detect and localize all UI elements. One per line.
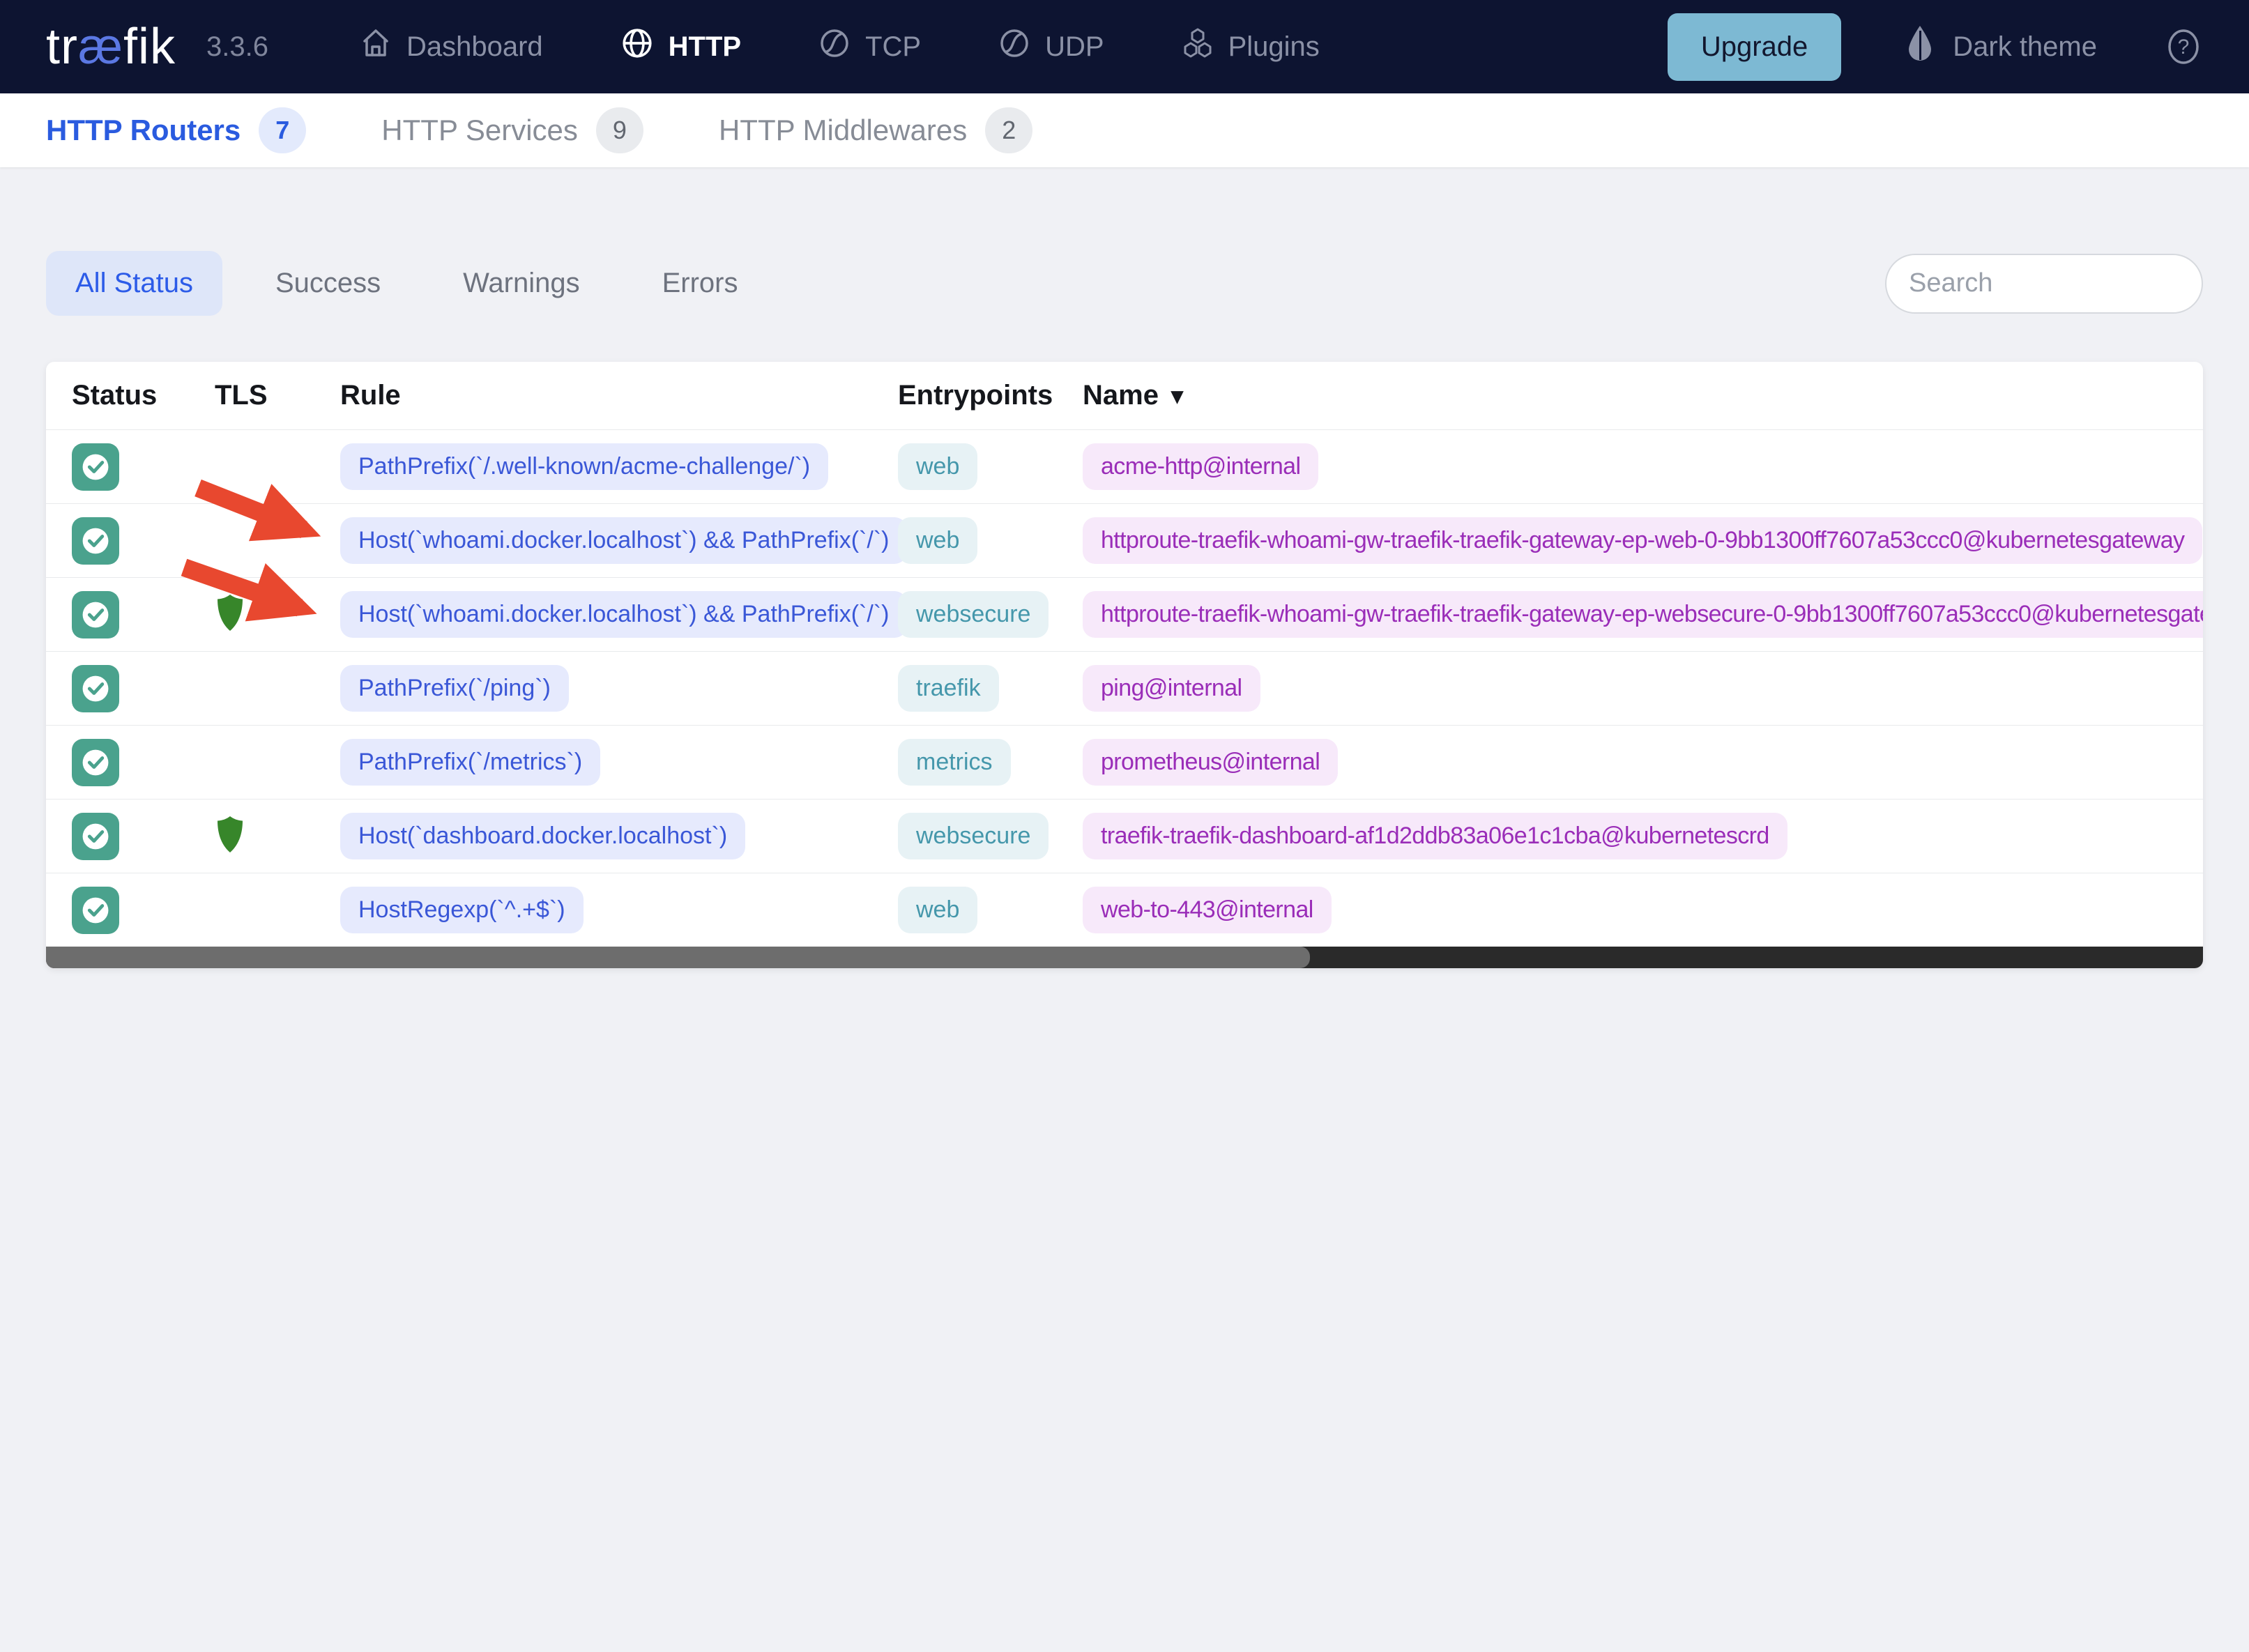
count-badge: 2	[985, 107, 1033, 153]
rule-pill: PathPrefix(`/.well-known/acme-challenge/…	[340, 443, 829, 490]
cubes-icon	[1181, 26, 1214, 67]
horizontal-scrollbar-thumb[interactable]	[46, 947, 1311, 968]
rule-pill: PathPrefix(`/ping`)	[340, 665, 569, 712]
tab-label: HTTP Routers	[46, 114, 241, 146]
tls-shield-icon	[215, 593, 245, 636]
status-success-icon	[72, 738, 119, 786]
traefik-logo[interactable]: træfik	[46, 18, 176, 75]
entrypoint-pill: web	[898, 887, 978, 933]
status-success-icon	[72, 443, 119, 491]
rule-pill: PathPrefix(`/metrics`)	[340, 739, 601, 786]
col-header-rule: Rule	[340, 380, 401, 411]
logo-ae: æ	[77, 19, 124, 75]
col-header-label: Name	[1083, 380, 1159, 411]
status-filter-tabs: All Status Success Warnings Errors	[46, 251, 768, 316]
table-row[interactable]: PathPrefix(`/ping`) traefik ping@interna…	[46, 651, 2203, 725]
tls-shield-icon	[215, 815, 245, 857]
upgrade-button[interactable]: Upgrade	[1667, 13, 1842, 81]
entrypoint-pill: websecure	[898, 591, 1049, 638]
rule-pill: HostRegexp(`^.+$`)	[340, 887, 584, 933]
status-success-icon	[72, 812, 119, 860]
table-row[interactable]: Host(`whoami.docker.localhost`) && PathP…	[46, 503, 2203, 577]
table-row[interactable]: HostRegexp(`^.+$`) web web-to-443@intern…	[46, 873, 2203, 947]
table-row[interactable]: PathPrefix(`/.well-known/acme-challenge/…	[46, 429, 2203, 503]
nav-item-plugins[interactable]: Plugins	[1181, 26, 1320, 67]
routers-table: Status TLS Rule Entrypoints Name ▾ PathP…	[46, 362, 2203, 968]
tab-http-services[interactable]: HTTP Services 9	[381, 107, 643, 153]
name-pill: prometheus@internal	[1083, 739, 1339, 786]
name-pill: httproute-traefik-whoami-gw-traefik-trae…	[1083, 517, 2203, 564]
col-header-name[interactable]: Name ▾	[1083, 380, 2203, 411]
count-badge: 9	[595, 107, 643, 153]
search-box[interactable]	[1885, 253, 2249, 314]
tab-label: HTTP Services	[381, 114, 578, 146]
rule-pill: Host(`whoami.docker.localhost`) && PathP…	[340, 517, 908, 564]
name-pill: acme-http@internal	[1083, 443, 1319, 490]
search-input[interactable]	[1909, 268, 2249, 298]
section-tabs: HTTP Routers 7 HTTP Services 9 HTTP Midd…	[0, 93, 2249, 167]
logo-text-2: fik	[123, 19, 176, 75]
name-pill: ping@internal	[1083, 665, 1260, 712]
name-pill: traefik-traefik-dashboard-af1d2ddb83a06e…	[1083, 813, 1787, 859]
tcp-icon	[818, 26, 851, 67]
col-header-status: Status	[72, 380, 158, 411]
filter-warnings[interactable]: Warnings	[434, 251, 609, 316]
nav-label: Plugins	[1228, 31, 1320, 62]
nav-item-http[interactable]: HTTP	[620, 26, 741, 68]
top-navbar: træfik 3.3.6 Dashboard HTTP TCP UDP Plug…	[0, 0, 2249, 93]
contrast-droplet-icon	[1903, 24, 1937, 70]
status-success-icon	[72, 590, 119, 638]
horizontal-scrollbar-track[interactable]	[46, 947, 2203, 968]
toolbar: All Status Success Warnings Errors	[46, 251, 2249, 316]
tab-http-routers[interactable]: HTTP Routers 7	[46, 107, 307, 153]
nav-label: TCP	[865, 31, 922, 62]
status-success-icon	[72, 886, 119, 934]
filter-all-status[interactable]: All Status	[46, 251, 222, 316]
table-row[interactable]: Host(`whoami.docker.localhost`) && PathP…	[46, 577, 2203, 651]
tab-http-middlewares[interactable]: HTTP Middlewares 2	[718, 107, 1033, 153]
nav-item-tcp[interactable]: TCP	[818, 26, 921, 67]
globe-icon	[620, 26, 655, 68]
tab-label: HTTP Middlewares	[718, 114, 968, 146]
entrypoint-pill: traefik	[898, 665, 999, 712]
svg-text:?: ?	[2178, 36, 2190, 59]
udp-icon	[998, 26, 1031, 67]
name-pill: web-to-443@internal	[1083, 887, 1332, 933]
entrypoint-pill: metrics	[898, 739, 1011, 786]
table-row[interactable]: Host(`dashboard.docker.localhost`) webse…	[46, 799, 2203, 873]
main-content: All Status Success Warnings Errors Statu…	[0, 251, 2249, 968]
nav-item-dashboard[interactable]: Dashboard	[359, 26, 543, 67]
entrypoint-pill: web	[898, 443, 978, 490]
help-icon[interactable]: ?	[2164, 27, 2203, 66]
table-header: Status TLS Rule Entrypoints Name ▾	[46, 362, 2203, 429]
sort-desc-icon: ▾	[1171, 382, 1184, 409]
table-row[interactable]: PathPrefix(`/metrics`) metrics prometheu…	[46, 725, 2203, 799]
nav-label: Dashboard	[406, 31, 543, 62]
status-success-icon	[72, 664, 119, 712]
status-success-icon	[72, 517, 119, 565]
filter-success[interactable]: Success	[246, 251, 410, 316]
name-pill: httproute-traefik-whoami-gw-traefik-trae…	[1083, 591, 2203, 638]
home-icon	[359, 26, 392, 67]
theme-toggle-label: Dark theme	[1953, 31, 2097, 62]
dark-theme-toggle[interactable]: Dark theme	[1903, 24, 2097, 70]
col-header-entrypoints: Entrypoints	[898, 380, 1053, 411]
nav-item-udp[interactable]: UDP	[998, 26, 1104, 67]
nav-label: UDP	[1045, 31, 1104, 62]
count-badge: 7	[259, 107, 307, 153]
entrypoint-pill: websecure	[898, 813, 1049, 859]
col-header-tls: TLS	[215, 380, 268, 411]
logo-text: tr	[46, 19, 78, 75]
rule-pill: Host(`whoami.docker.localhost`) && PathP…	[340, 591, 908, 638]
filter-errors[interactable]: Errors	[633, 251, 768, 316]
version-label: 3.3.6	[206, 31, 268, 62]
main-nav: Dashboard HTTP TCP UDP Plugins	[359, 26, 1320, 68]
nav-label: HTTP	[668, 31, 742, 62]
entrypoint-pill: web	[898, 517, 978, 564]
rule-pill: Host(`dashboard.docker.localhost`)	[340, 813, 746, 859]
